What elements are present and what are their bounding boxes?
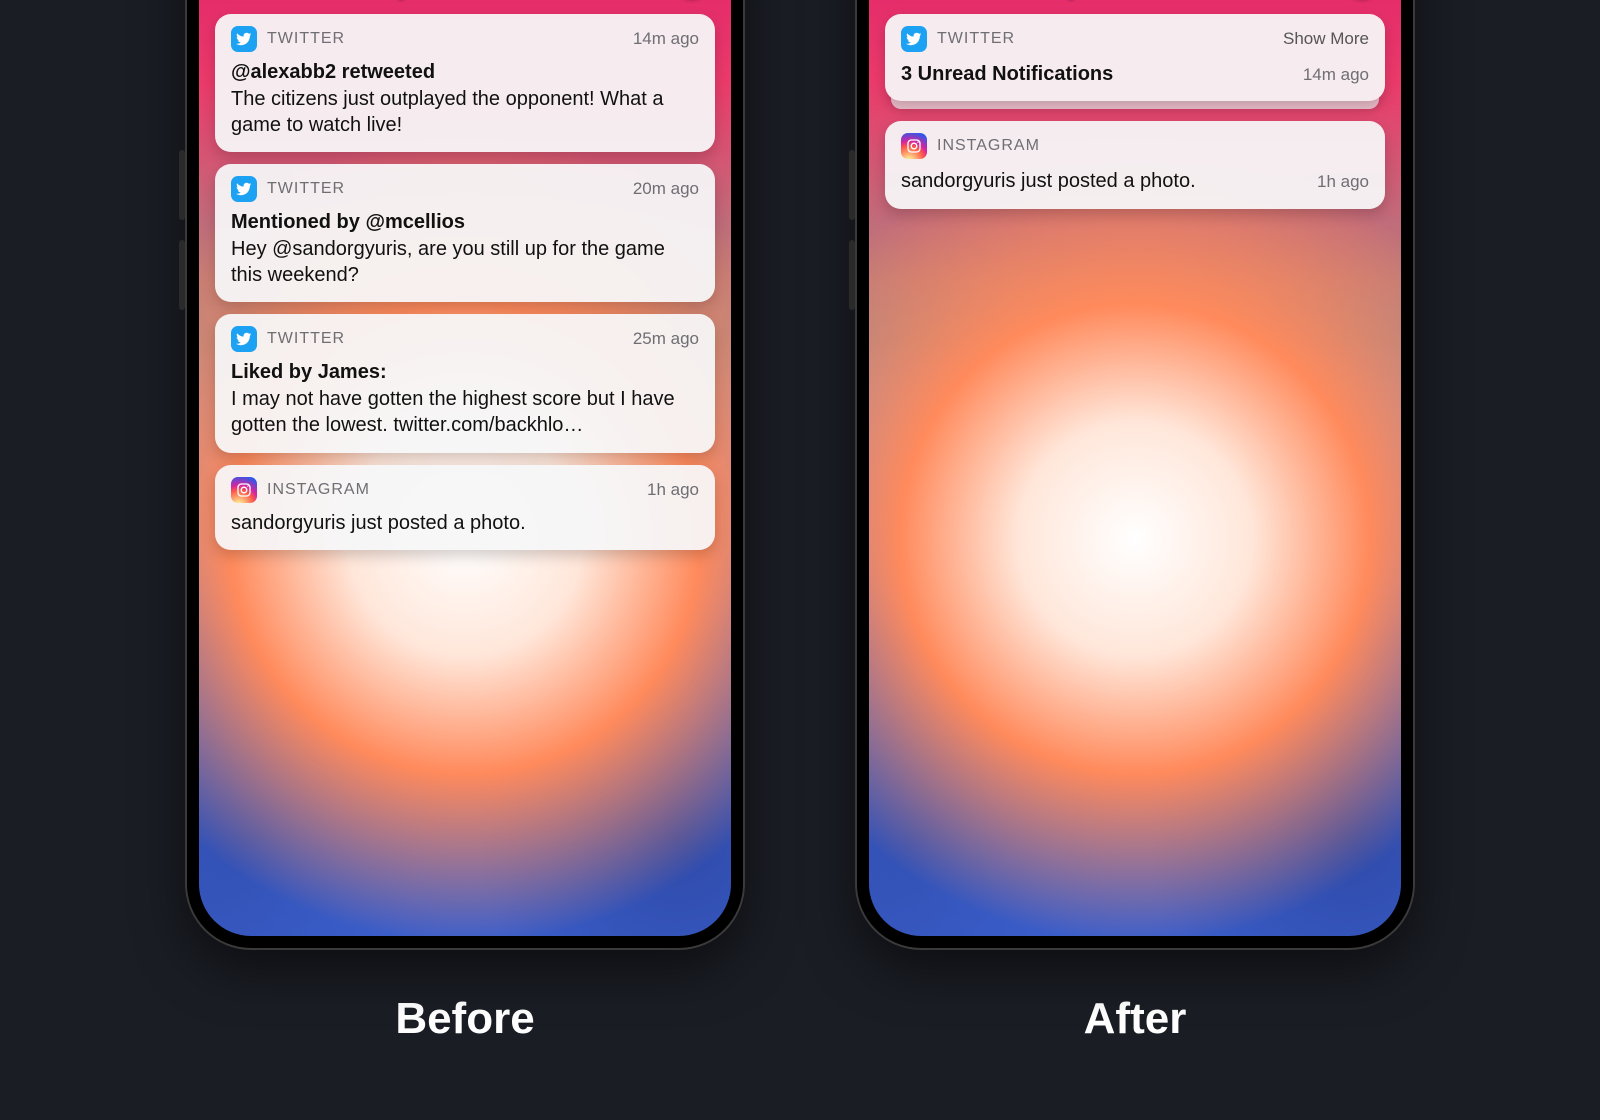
- app-name: TWITTER: [267, 180, 345, 198]
- twitter-icon: [901, 26, 927, 52]
- before-column: Earlier Today TWITTER: [185, 0, 745, 1044]
- section-title: Earlier Today: [223, 0, 413, 2]
- collapsed-notification-group[interactable]: TWITTER Show More 3 Unread Notifications…: [885, 14, 1385, 101]
- section-header: Earlier Today: [223, 0, 707, 2]
- notification-body: I may not have gotten the highest score …: [231, 387, 699, 438]
- phone-screen: Earlier Today TWITTER: [199, 0, 731, 936]
- twitter-icon: [231, 176, 257, 202]
- notification-card[interactable]: INSTAGRAM 1h ago sandorgyuris just poste…: [215, 465, 715, 551]
- notification-time: 1h ago: [647, 480, 699, 500]
- notification-title: @alexabb2 retweeted: [231, 60, 699, 85]
- collapsed-summary: 3 Unread Notifications: [901, 62, 1113, 87]
- instagram-icon: [901, 133, 927, 159]
- notification-card[interactable]: TWITTER 14m ago @alexabb2 retweeted The …: [215, 14, 715, 152]
- notification-body: The citizens just outplayed the opponent…: [231, 87, 699, 138]
- show-more-button[interactable]: Show More: [1283, 29, 1369, 49]
- notification-title: Liked by James:: [231, 360, 699, 385]
- notification-body: Hey @sandorgyuris, are you still up for …: [231, 237, 699, 288]
- app-name: TWITTER: [267, 30, 345, 48]
- notification-time: 14m ago: [1303, 65, 1369, 85]
- notification-list: TWITTER 14m ago @alexabb2 retweeted The …: [215, 14, 715, 550]
- notification-list: TWITTER Show More 3 Unread Notifications…: [885, 14, 1385, 209]
- app-name: INSTAGRAM: [267, 481, 370, 499]
- before-label: Before: [395, 994, 534, 1044]
- notification-time: 20m ago: [633, 179, 699, 199]
- after-column: Earlier Today TWITTER: [855, 0, 1415, 1044]
- after-label: After: [1084, 994, 1187, 1044]
- notification-body: sandorgyuris just posted a photo.: [231, 511, 699, 537]
- twitter-icon: [231, 26, 257, 52]
- comparison-stage: Earlier Today TWITTER: [185, 0, 1415, 1044]
- notification-body: sandorgyuris just posted a photo.: [901, 169, 1196, 195]
- phone-frame-after: Earlier Today TWITTER: [855, 0, 1415, 950]
- phone-frame-before: Earlier Today TWITTER: [185, 0, 745, 950]
- section-title: Earlier Today: [893, 0, 1083, 2]
- app-name: TWITTER: [267, 330, 345, 348]
- twitter-icon: [231, 326, 257, 352]
- notification-title: Mentioned by @mcellios: [231, 210, 699, 235]
- notification-time: 1h ago: [1317, 172, 1369, 192]
- notification-card[interactable]: INSTAGRAM sandorgyuris just posted a pho…: [885, 121, 1385, 209]
- notification-card[interactable]: TWITTER 20m ago Mentioned by @mcellios H…: [215, 164, 715, 302]
- section-header: Earlier Today: [893, 0, 1377, 2]
- app-name: TWITTER: [937, 30, 1015, 48]
- notification-card[interactable]: TWITTER 25m ago Liked by James: I may no…: [215, 314, 715, 452]
- notification-time: 25m ago: [633, 329, 699, 349]
- phone-screen: Earlier Today TWITTER: [869, 0, 1401, 936]
- app-name: INSTAGRAM: [937, 137, 1040, 155]
- notification-time: 14m ago: [633, 29, 699, 49]
- instagram-icon: [231, 477, 257, 503]
